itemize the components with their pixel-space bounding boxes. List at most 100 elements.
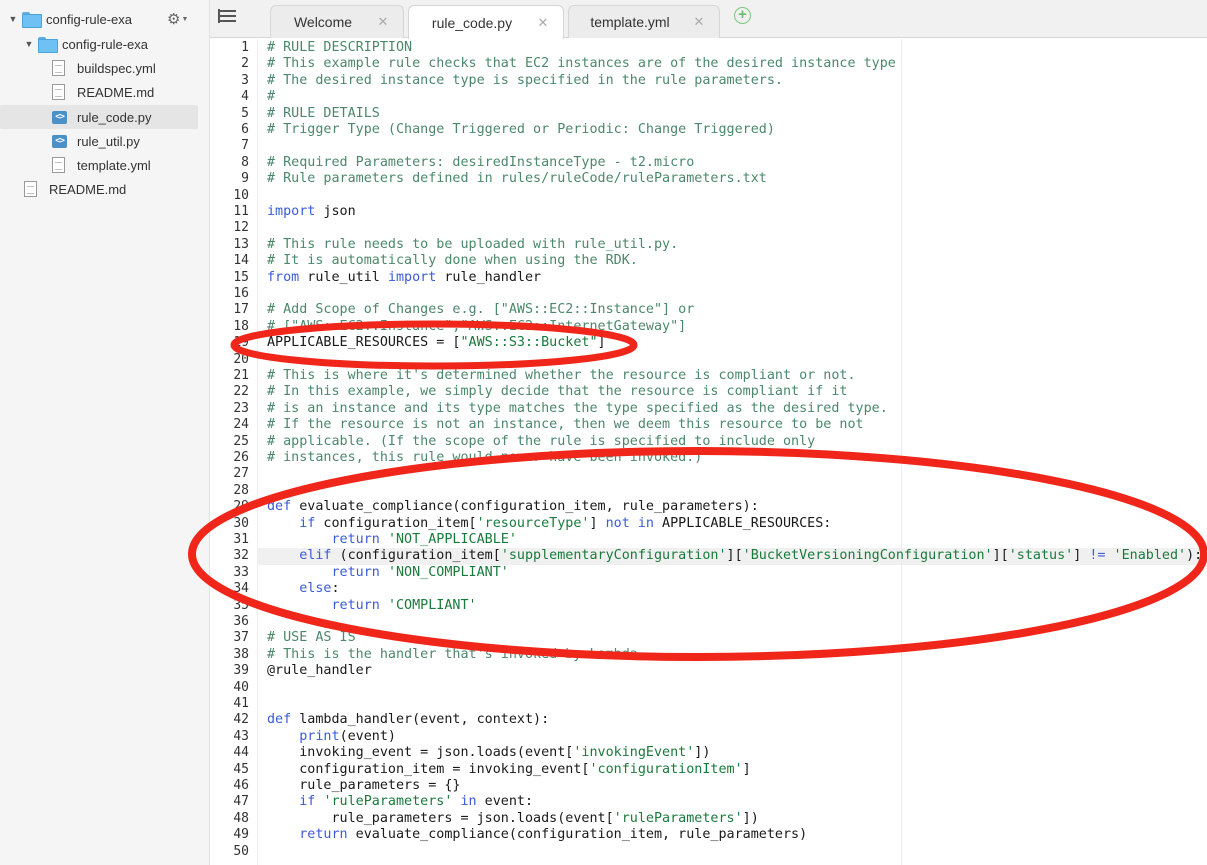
code-token: 'invokingEvent' (573, 745, 695, 761)
code-token: ] (742, 761, 751, 777)
tab-list-menu-icon[interactable] (218, 9, 236, 24)
add-tab-icon[interactable]: + (734, 7, 751, 24)
code-line: if configuration_item['resourceType'] no… (267, 516, 831, 532)
line-number: 15 (233, 269, 249, 285)
chevron-down-icon: ▼ (181, 15, 189, 23)
line-number: 19 (233, 335, 249, 351)
code-token: lambda_handler(event, context): (291, 712, 550, 728)
code-token: configuration_item[ (315, 515, 477, 531)
code-token: (configuration_item[ (331, 548, 501, 564)
code-line: # applicable. (If the scope of the rule … (267, 434, 815, 450)
code-line: APPLICABLE_RESOURCES = ["AWS::S3::Bucket… (267, 335, 606, 351)
tree-file[interactable]: <> rule_util.py (0, 129, 198, 153)
tree-file[interactable]: template.yml (0, 153, 198, 177)
code-token: # instances, this rule would never have … (267, 450, 703, 465)
code-line: # RULE DESCRIPTION (267, 40, 412, 56)
expand-caret-icon[interactable]: ▼ (8, 14, 18, 24)
code-token: # is an instance and its type matches th… (267, 400, 888, 416)
line-number: 38 (233, 646, 249, 662)
line-number: 3 (241, 72, 249, 88)
code-token: # If the resource is not an instance, th… (267, 417, 864, 433)
code-token: print (299, 728, 340, 744)
code-token: # Rule parameters defined in rules/ruleC… (267, 171, 767, 187)
tree-file[interactable]: buildspec.yml (0, 56, 198, 80)
code-token: 'COMPLIANT' (387, 597, 477, 613)
tree-item-label: rule_util.py (77, 133, 140, 149)
code-token: 'NON_COMPLIANT' (387, 564, 509, 580)
code-editor[interactable]: 1 2 3 4 5 6 7 8 9 10 11 12 13 14 15 16 17 18 19 20 21 22 23 24 2… (210, 39, 1207, 865)
line-number: 24 (233, 417, 249, 433)
code-token: configuration_item = invoking_event[ (267, 761, 590, 777)
tree-file[interactable]: <> rule_code.py (0, 105, 198, 129)
editor-tab[interactable]: rule_code.py ✕ (408, 5, 564, 39)
code-token: import (387, 269, 437, 285)
line-number: 27 (233, 466, 249, 482)
editor-tab[interactable]: template.yml ✕ (568, 5, 720, 38)
code-line: invoking_event = json.loads(event['invok… (267, 745, 710, 761)
line-number: 41 (233, 696, 249, 711)
tree-file[interactable]: README.md (0, 177, 198, 201)
folder-icon (22, 12, 42, 28)
code-token: 'status' (1008, 548, 1074, 564)
python-file-icon: <> (52, 134, 67, 148)
code-token: ]) (742, 810, 759, 826)
code-token: 'ruleParameters' (613, 810, 743, 826)
file-icon (52, 84, 65, 100)
tree-item-label: config-rule-exa (46, 11, 132, 27)
code-token: evaluate_compliance(configuration_item, … (347, 827, 808, 843)
editor-tab[interactable]: Welcome ✕ (270, 5, 404, 38)
code-line: # (267, 89, 275, 105)
line-number: 9 (241, 171, 249, 187)
code-line: # Trigger Type (Change Triggered or Peri… (267, 122, 775, 138)
close-tab-icon[interactable]: ✕ (535, 15, 551, 31)
tree-file[interactable]: README.md (0, 80, 198, 104)
file-icon (52, 157, 65, 173)
settings-gear-icon[interactable]: ⚙ ▼ (167, 10, 188, 28)
code-token: ][ (726, 548, 743, 564)
line-number: 50 (233, 843, 249, 859)
tree-item-label: buildspec.yml (77, 60, 156, 76)
file-icon (52, 60, 65, 76)
code-token: ][ (992, 548, 1009, 564)
code-token: # This rule needs to be uploaded with ru… (267, 236, 679, 252)
close-tab-icon[interactable]: ✕ (691, 14, 707, 30)
line-number: 14 (233, 253, 249, 269)
code-line: # USE AS IS (267, 630, 356, 646)
tab-label: Welcome (293, 14, 353, 30)
line-number: 48 (233, 810, 249, 826)
code-token: else (299, 581, 332, 597)
code-line: # Add Scope of Changes e.g. ["AWS::EC2::… (267, 302, 694, 318)
code-line: # In this example, we simply decide that… (267, 384, 847, 400)
line-number: 4 (241, 89, 249, 105)
line-number: 33 (233, 564, 249, 580)
line-number: 36 (233, 614, 249, 629)
line-number: 21 (233, 368, 249, 383)
code-token: 'NOT_APPLICABLE' (387, 532, 517, 547)
code-line: # It is automatically done when using th… (267, 253, 638, 269)
code-line: # If the resource is not an instance, th… (267, 417, 864, 433)
code-line: if 'ruleParameters' in event: (267, 794, 533, 810)
line-number: 45 (233, 761, 249, 777)
code-token: ] (597, 335, 606, 351)
code-token: # (267, 89, 276, 105)
code-token: # applicable. (If the scope of the rule … (267, 433, 816, 449)
code-token: APPLICABLE_RESOURCES = [ (267, 335, 461, 351)
line-number: 49 (233, 827, 249, 843)
code-token: def (267, 712, 292, 728)
line-number: 12 (233, 220, 249, 236)
expand-caret-icon[interactable]: ▼ (24, 39, 34, 49)
code-token: if (299, 794, 316, 810)
close-tab-icon[interactable]: ✕ (375, 14, 391, 30)
code-token: APPLICABLE_RESOURCES: (654, 515, 832, 531)
code-token: (event) (339, 728, 396, 744)
tree-folder[interactable]: ▼ config-rule-exa (0, 32, 198, 56)
code-line: def lambda_handler(event, context): (267, 712, 549, 728)
code-token: return (331, 532, 380, 547)
line-number: 17 (233, 302, 249, 318)
code-token: in (460, 794, 477, 810)
code-line: import json (267, 204, 356, 220)
code-line: # The desired instance type is specified… (267, 73, 783, 89)
